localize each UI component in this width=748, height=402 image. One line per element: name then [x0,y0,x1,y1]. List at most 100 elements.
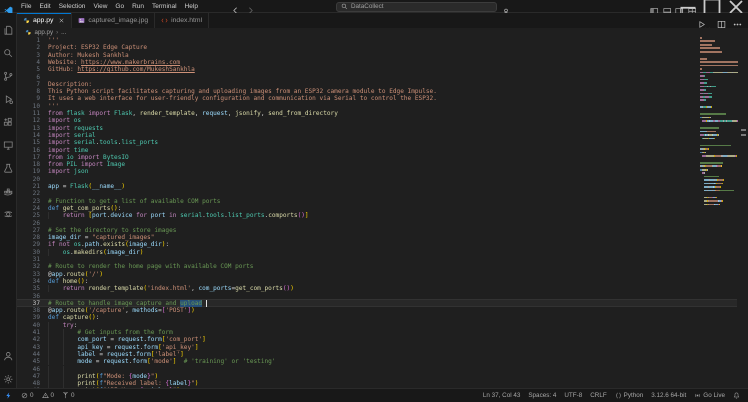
language-status[interactable]: Python [611,389,648,402]
line-number[interactable]: 35 [17,285,40,292]
toggle-sidebar-icon[interactable] [650,2,659,14]
menu-go[interactable]: Go [111,3,128,10]
code-line[interactable]: It uses a web interface for user-friendl… [48,95,437,102]
notifications-bell[interactable] [729,389,744,402]
tab-captured-image-jpg[interactable]: captured_image.jpg [72,13,156,28]
code-line[interactable]: Website: https://www.makerbrains.com [48,59,180,66]
line-number[interactable]: 37 [17,300,40,307]
line-number[interactable]: 48 [17,380,40,387]
code-line[interactable]: # Route to render the home page with ava… [48,263,253,270]
back-arrow-icon[interactable] [231,2,240,14]
menu-terminal[interactable]: Terminal [148,3,181,10]
activity-run-debug[interactable] [0,85,17,108]
activity-docker[interactable] [0,177,17,200]
line-number[interactable]: 6 [17,74,40,81]
code-line[interactable]: com_port = request.form['com_port'] [48,336,205,343]
menu-edit[interactable]: Edit [35,3,54,10]
code-line[interactable]: from PIL import Image [48,161,125,168]
indentation-status[interactable]: Spaces: 4 [524,389,560,402]
split-editor-button[interactable] [717,16,726,28]
line-number[interactable]: 16 [17,147,40,154]
line-number[interactable]: 40 [17,322,40,329]
code-line[interactable]: if not os.path.exists(image_dir): [48,241,169,248]
menu-view[interactable]: View [89,3,111,10]
code-line[interactable]: def get_com_ports(): [48,205,121,212]
python-version-status[interactable]: 3.12.6 64-bit [647,389,690,402]
code-line[interactable]: ''' [48,103,59,110]
menu-file[interactable]: File [17,3,35,10]
code-line[interactable]: # Set the directory to store images [48,227,176,234]
code-line[interactable]: mode = request.form['mode'] # 'training'… [48,358,275,365]
code-line[interactable]: @app.route('/') [48,271,103,278]
toggle-panel-icon[interactable] [662,2,672,14]
code-line[interactable]: print(f"Mode: {mode}") [48,373,158,380]
line-number[interactable]: 1 [17,37,40,44]
line-number[interactable]: 41 [17,329,40,336]
line-number[interactable]: 47 [17,373,40,380]
run-python-file-button[interactable] [697,16,710,30]
activity-source-control[interactable] [0,62,17,85]
menu-help[interactable]: Help [181,3,202,10]
code-line[interactable]: # Function to get a list of available CO… [48,198,220,205]
activity-jupyter[interactable] [0,200,17,223]
line-number[interactable]: 39 [17,314,40,321]
line-number[interactable]: 13 [17,125,40,132]
code-line[interactable]: import serial.tools.list_ports [48,139,158,146]
code-line[interactable]: return render_template('index.html', com… [48,285,294,292]
line-number[interactable]: 21 [17,183,40,190]
line-number[interactable]: 45 [17,358,40,365]
code-line[interactable]: This Python script facilitates capturing… [48,88,437,95]
menu-run[interactable]: Run [128,3,148,10]
tab-close-icon[interactable] [58,17,65,24]
line-number[interactable]: 26 [17,220,40,227]
activity-explorer[interactable] [0,16,17,39]
line-number[interactable]: 31 [17,256,40,263]
code-line[interactable]: import requests [48,125,103,132]
line-number[interactable]: 46 [17,366,40,373]
line-number[interactable]: 22 [17,190,40,197]
code-line[interactable]: import serial [48,132,96,139]
line-number[interactable]: 2 [17,44,40,51]
warnings-status[interactable]: 0 [38,389,59,402]
code-line[interactable]: from io import BytesIO [48,154,129,161]
line-number[interactable]: 10 [17,103,40,110]
code-line[interactable]: image_dir = "captured_images" [48,234,154,241]
line-number[interactable]: 43 [17,344,40,351]
line-number[interactable]: 11 [17,110,40,117]
code-line[interactable]: Author: Mukesh Sankhla [48,52,129,59]
more-actions-button[interactable] [733,16,742,26]
line-number[interactable]: 7 [17,81,40,88]
code-line[interactable]: try: [48,322,78,329]
line-number[interactable]: 38 [17,307,40,314]
scrollbar[interactable] [738,37,748,388]
line-number[interactable]: 33 [17,271,40,278]
line-number[interactable]: 19 [17,168,40,175]
code-line[interactable]: import json [48,168,88,175]
line-number[interactable]: 4 [17,59,40,66]
line-number[interactable]: 17 [17,154,40,161]
encoding-status[interactable]: UTF-8 [560,389,586,402]
line-number[interactable]: 15 [17,139,40,146]
menu-selection[interactable]: Selection [55,3,90,10]
code-line[interactable]: api_key = request.form['api_key'] [48,344,198,351]
maximize-button[interactable] [700,0,724,15]
code-line[interactable]: label = request.form['label'] [48,351,183,358]
line-number[interactable]: 3 [17,52,40,59]
ports-status[interactable]: 0 [58,389,79,402]
code-line[interactable]: @app.route('/capture', methods=['POST']) [48,307,195,314]
code-line[interactable]: GitHub: https://github.com/MukeshSankhla [48,66,195,73]
line-number[interactable]: 30 [17,249,40,256]
line-number[interactable]: 8 [17,88,40,95]
code-line[interactable]: return [port.device for port in serial.t… [48,212,309,219]
line-number[interactable]: 27 [17,227,40,234]
line-number[interactable]: 25 [17,212,40,219]
line-number[interactable]: 44 [17,351,40,358]
code-line[interactable]: def capture(): [48,314,99,321]
command-center[interactable]: DataCollect [336,1,497,12]
line-number[interactable]: 42 [17,336,40,343]
line-number[interactable]: 34 [17,278,40,285]
cursor-position-status[interactable]: Ln 37, Col 43 [479,389,524,402]
go-live-status[interactable]: Go Live [690,389,729,402]
breadcrumb-file[interactable]: app.py [35,29,54,36]
code-line[interactable]: import os [48,117,81,124]
